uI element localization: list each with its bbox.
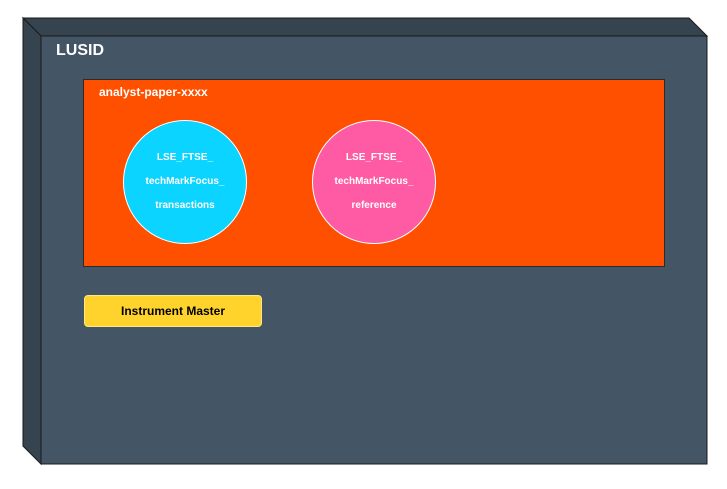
circle-label-line: LSE_FTSE_	[156, 152, 214, 163]
environment-title: analyst-paper-xxxx	[99, 85, 208, 99]
circle-label-line: LSE_FTSE_	[345, 152, 403, 163]
circle-label-line: transactions	[155, 200, 215, 211]
node-top-face	[21, 17, 709, 37]
circle-label-line: techMarkFocus_	[334, 176, 414, 187]
node-side-face	[22, 16, 42, 466]
circle-label-line: reference	[351, 200, 397, 211]
circle-label-line: techMarkFocus_	[145, 176, 225, 187]
transactions-scope-circle: LSE_FTSE_ techMarkFocus_ transactions	[123, 120, 247, 244]
node-title: LUSID	[56, 42, 104, 59]
instrument-master-box: Instrument Master	[84, 295, 262, 327]
environment-box: analyst-paper-xxxx LSE_FTSE_ techMarkFoc…	[83, 79, 665, 267]
reference-scope-circle: LSE_FTSE_ techMarkFocus_ reference	[312, 120, 436, 244]
